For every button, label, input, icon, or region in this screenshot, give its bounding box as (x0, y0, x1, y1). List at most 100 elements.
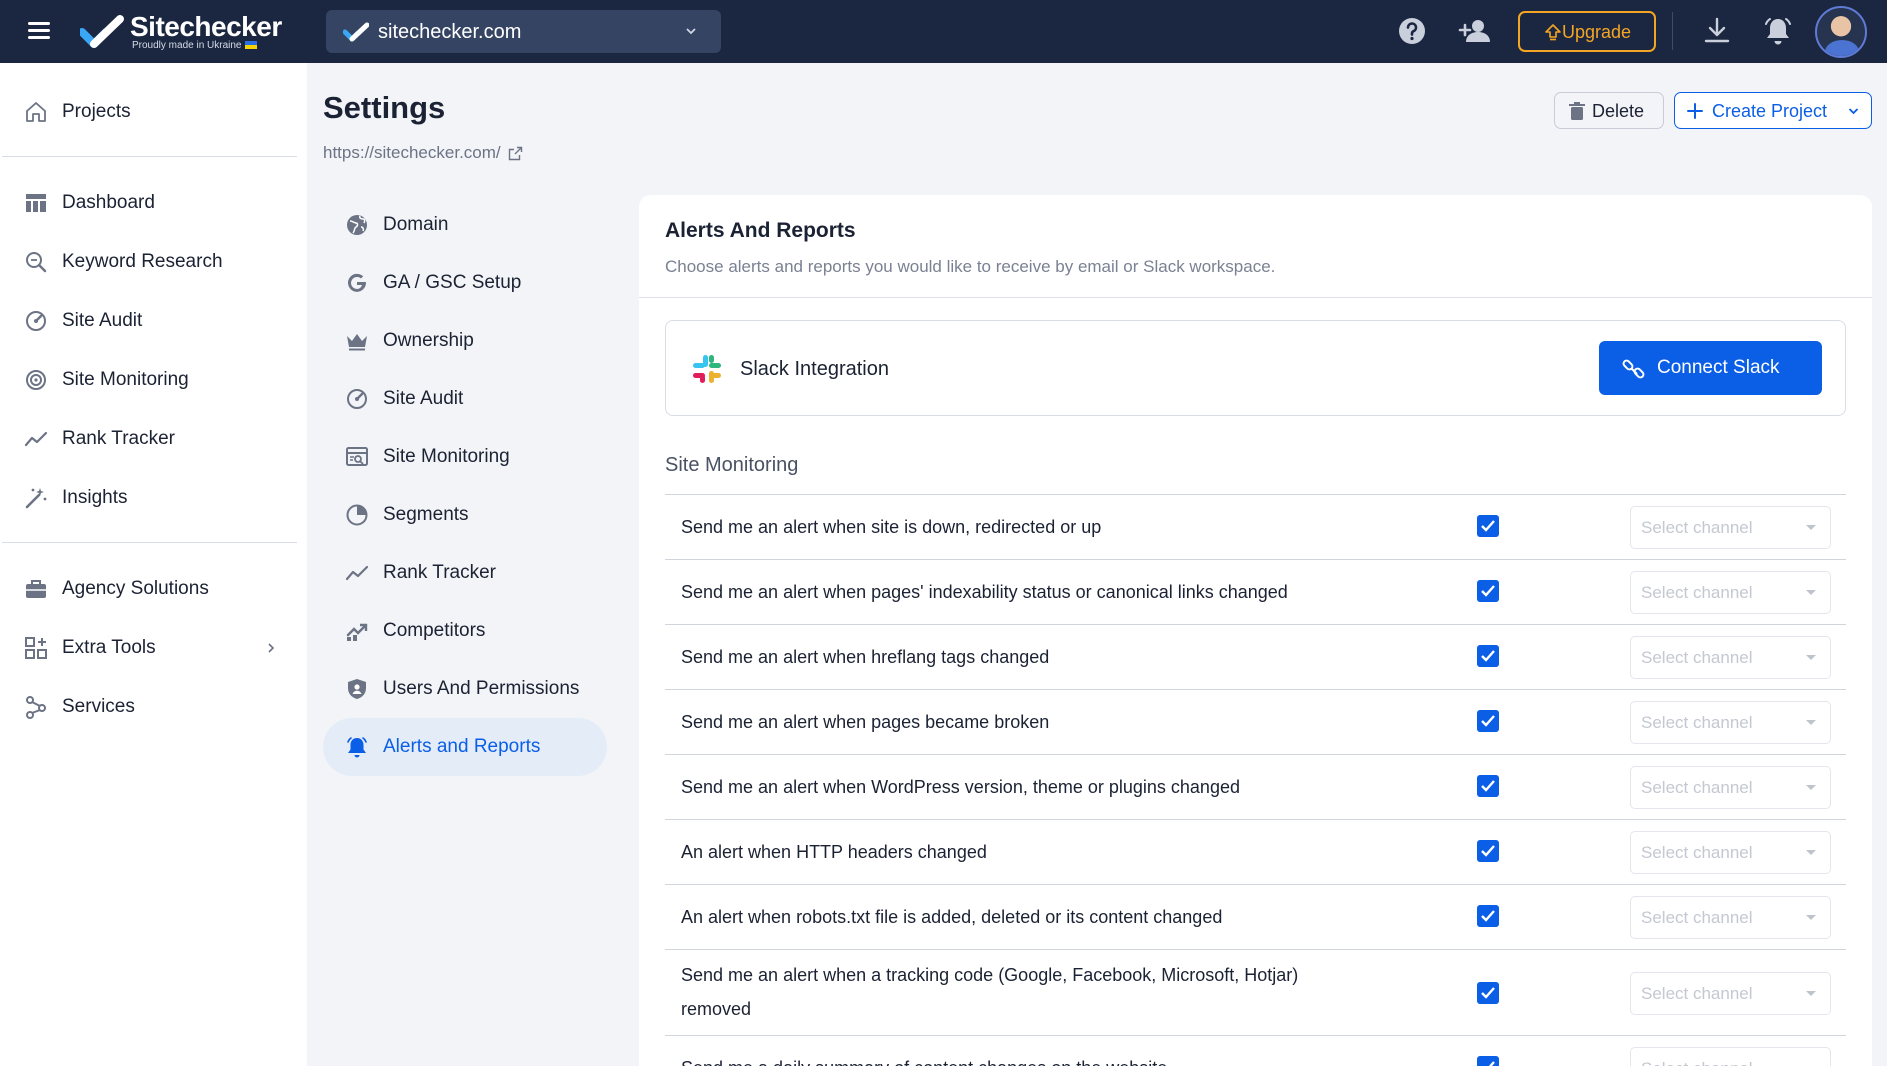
top-bar: Sitechecker Proudly made in Ukraine site… (0, 0, 1887, 63)
user-avatar[interactable] (1815, 6, 1867, 58)
alert-checkbox[interactable] (1477, 580, 1499, 602)
extra-tools-icon (25, 637, 47, 659)
help-icon[interactable] (1396, 15, 1428, 47)
page-title: Settings (323, 90, 446, 125)
caret-down-icon (1806, 850, 1816, 855)
alert-row-indexability: Send me an alert when pages' indexabilit… (665, 560, 1846, 625)
chevron-right-icon (268, 643, 275, 653)
sidebar-item-services[interactable]: Services (24, 689, 284, 725)
settings-item-label: Alerts and Reports (383, 736, 541, 757)
channel-select[interactable]: Select channel (1630, 701, 1831, 744)
add-user-icon[interactable] (1458, 15, 1492, 47)
download-icon[interactable] (1701, 15, 1733, 47)
alert-label: An alert when HTTP headers changed (681, 842, 987, 862)
alert-checkbox[interactable] (1477, 710, 1499, 732)
menu-icon[interactable] (26, 19, 52, 43)
settings-item-ownership[interactable]: Ownership (323, 312, 607, 370)
channel-select[interactable]: Select channel (1630, 831, 1831, 874)
alerts-list: Send me an alert when site is down, redi… (665, 494, 1846, 1066)
sidebar-item-site-audit[interactable]: Site Audit (24, 303, 284, 339)
checkmark-icon (1481, 910, 1495, 922)
settings-item-label: GA / GSC Setup (383, 272, 522, 293)
upgrade-label: Upgrade (1562, 22, 1632, 42)
channel-select-placeholder: Select channel (1641, 713, 1753, 732)
settings-item-alerts-and-reports[interactable]: Alerts and Reports (323, 718, 607, 776)
alert-row-http-headers: An alert when HTTP headers changed Selec… (665, 820, 1846, 885)
create-project-label: Create Project (1712, 101, 1828, 121)
settings-item-site-monitoring[interactable]: Site Monitoring (323, 428, 607, 486)
project-url-link[interactable]: https://sitechecker.com/ (323, 143, 523, 163)
logo-name: Sitechecker (130, 11, 282, 42)
settings-item-label: Domain (383, 214, 449, 235)
delete-button[interactable]: Delete (1554, 92, 1664, 129)
channel-select[interactable]: Select channel (1630, 506, 1831, 549)
competitors-icon (346, 623, 368, 641)
channel-select-placeholder: Select channel (1641, 778, 1753, 797)
checkmark-icon (1481, 585, 1495, 597)
channel-select[interactable]: Select channel (1630, 972, 1831, 1015)
panel-title: Alerts And Reports (665, 219, 856, 242)
settings-item-competitors[interactable]: Competitors (323, 602, 607, 660)
sidebar-item-rank-tracker[interactable]: Rank Tracker (24, 421, 284, 457)
sidebar-item-projects[interactable]: Projects (24, 94, 284, 130)
settings-item-domain[interactable]: Domain (323, 196, 607, 254)
site-selector[interactable]: sitechecker.com (326, 10, 721, 53)
settings-item-rank-tracker[interactable]: Rank Tracker (323, 544, 607, 602)
upgrade-button[interactable]: Upgrade (1518, 11, 1656, 52)
connect-slack-label: Connect Slack (1657, 357, 1780, 378)
alert-checkbox[interactable] (1477, 645, 1499, 667)
create-project-button[interactable]: Create Project (1674, 92, 1872, 129)
home-icon (26, 102, 46, 122)
settings-item-label: Rank Tracker (383, 562, 496, 583)
caret-down-icon (1806, 720, 1816, 725)
sidebar-item-dashboard[interactable]: Dashboard (24, 185, 284, 221)
checkmark-icon (1481, 845, 1495, 857)
alert-row-daily-summary: Send me a daily summary of content chang… (665, 1036, 1846, 1066)
alert-checkbox[interactable] (1477, 982, 1499, 1004)
settings-item-users-and-permissions[interactable]: Users And Permissions (323, 660, 607, 718)
alert-label: Send me an alert when pages' indexabilit… (681, 582, 1288, 602)
notifications-bell-icon[interactable] (1762, 15, 1794, 47)
sidebar-item-agency-solutions[interactable]: Agency Solutions (24, 571, 284, 607)
slack-integration-card: Slack Integration Connect Slack (665, 320, 1846, 416)
sidebar-item-label: Site Audit (62, 310, 143, 331)
channel-select[interactable]: Select channel (1630, 766, 1831, 809)
sidebar-item-label: Keyword Research (62, 251, 223, 272)
channel-select-placeholder: Select channel (1641, 1059, 1753, 1066)
checkmark-icon (1481, 650, 1495, 662)
slack-logo-icon (693, 355, 721, 383)
delete-label: Delete (1592, 101, 1645, 121)
sidebar-item-extra-tools[interactable]: Extra Tools (24, 630, 284, 666)
sidebar-item-keyword-research[interactable]: Keyword Research (24, 244, 284, 280)
channel-select[interactable]: Select channel (1630, 1047, 1831, 1066)
sidebar-divider (2, 542, 297, 543)
channel-select[interactable]: Select channel (1630, 636, 1831, 679)
external-link-icon (508, 146, 522, 160)
site-monitoring-icon (26, 370, 46, 390)
settings-item-ga-gsc-setup[interactable]: GA / GSC Setup (323, 254, 607, 312)
alert-checkbox[interactable] (1477, 840, 1499, 862)
alert-checkbox[interactable] (1477, 905, 1499, 927)
shield-user-icon (348, 679, 366, 699)
connect-slack-button[interactable]: Connect Slack (1599, 341, 1822, 395)
alert-checkbox[interactable] (1477, 1056, 1499, 1066)
alert-label: Send me an alert when a tracking code (G… (681, 965, 1299, 1019)
sidebar-item-insights[interactable]: Insights (24, 480, 284, 516)
alert-label: An alert when robots.txt file is added, … (681, 907, 1223, 927)
sitechecker-logo[interactable]: Sitechecker Proudly made in Ukraine (80, 12, 300, 52)
settings-item-label: Site Monitoring (383, 446, 510, 467)
channel-select[interactable]: Select channel (1630, 571, 1831, 614)
channel-select[interactable]: Select channel (1630, 896, 1831, 939)
channel-select-placeholder: Select channel (1641, 984, 1753, 1003)
plus-icon (1687, 103, 1703, 119)
keyword-research-icon (26, 252, 47, 273)
globe-icon (347, 215, 367, 235)
alert-row-hreflang: Send me an alert when hreflang tags chan… (665, 625, 1846, 690)
alert-checkbox[interactable] (1477, 775, 1499, 797)
sidebar-item-label: Extra Tools (62, 637, 156, 658)
settings-item-segments[interactable]: Segments (323, 486, 607, 544)
settings-item-site-audit[interactable]: Site Audit (323, 370, 607, 428)
link-icon (1622, 359, 1645, 379)
alert-checkbox[interactable] (1477, 515, 1499, 537)
sidebar-item-site-monitoring[interactable]: Site Monitoring (24, 362, 284, 398)
